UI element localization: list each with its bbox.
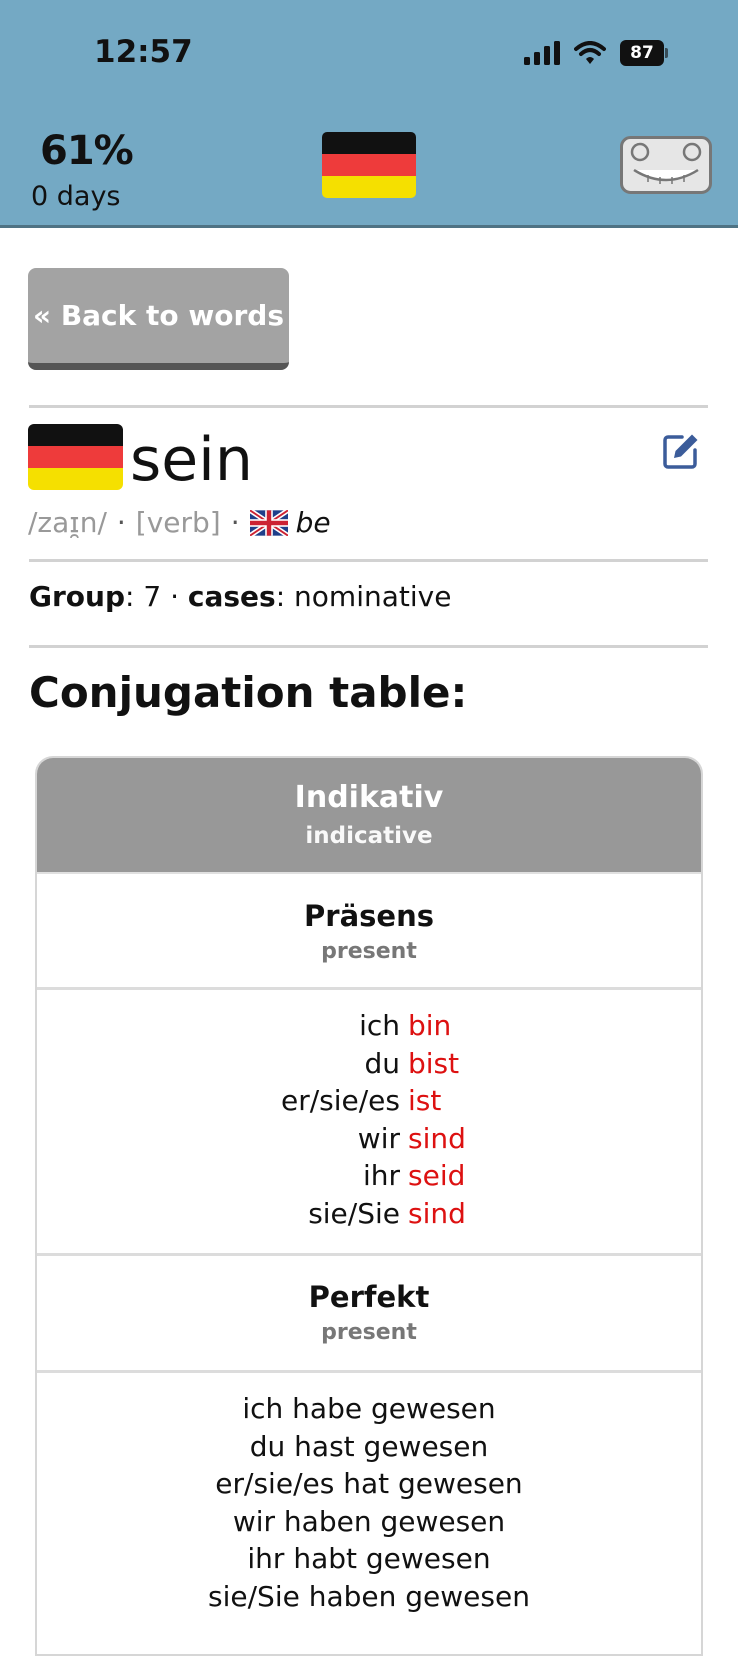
- pronoun: ihr: [362, 1159, 400, 1192]
- status-icons: 87: [524, 40, 668, 66]
- tense-name: Perfekt: [308, 1280, 430, 1314]
- uk-flag-icon: [249, 509, 288, 536]
- word-title: sein: [130, 425, 253, 495]
- verb-form: bist: [408, 1046, 460, 1080]
- separator: ·: [230, 506, 240, 539]
- streak-days: 0 days: [31, 181, 121, 212]
- verb-form: sind: [408, 1196, 466, 1230]
- table-row: er/sie/es hat gewesen: [215, 1467, 523, 1500]
- translation: be: [295, 506, 331, 539]
- table-row: wir sind: [37, 1120, 701, 1158]
- table-row: sie/Sie haben gewesen: [208, 1579, 530, 1613]
- tense-translation: present: [321, 939, 417, 964]
- streak-percent: 61%: [40, 128, 134, 174]
- word-info: Group: 7 · cases: nominative: [29, 580, 451, 613]
- table-row: wir haben gewesen: [232, 1504, 506, 1538]
- language-flag-icon[interactable]: [322, 132, 416, 198]
- table-row: er/sie/es ist: [37, 1082, 701, 1120]
- edit-icon[interactable]: [662, 432, 700, 470]
- pronunciation: /zaɪ̯n/: [28, 506, 107, 539]
- cellular-signal-icon: [524, 41, 560, 65]
- pronoun: sie/Sie: [308, 1196, 400, 1230]
- pronoun: wir: [357, 1121, 400, 1155]
- mood-name: Indikativ: [294, 780, 444, 815]
- pronoun: du: [364, 1046, 400, 1080]
- part-of-speech: [verb]: [135, 506, 221, 539]
- table-row: sie/Sie sind: [37, 1195, 701, 1233]
- verb-form: ist: [408, 1084, 442, 1117]
- table-row: ihr seid: [37, 1157, 701, 1195]
- conjugation-praesens: ich bin du bist er/sie/es ist wir sind ihr se…: [37, 990, 701, 1256]
- group-label: Group: [29, 580, 126, 613]
- table-row: du bist: [37, 1045, 701, 1083]
- tense-header-praesens: Präsens present: [37, 874, 701, 990]
- divider: [29, 645, 708, 648]
- conjugation-perfekt: ich habe gewesen du hast gewesen er/sie/…: [37, 1373, 701, 1615]
- mood-header: Indikativ indicative: [37, 758, 701, 874]
- cases-value: : nominative: [275, 580, 452, 613]
- mood-translation: indicative: [305, 823, 433, 849]
- group-value: : 7 ·: [125, 580, 179, 613]
- verb-form: bin: [408, 1009, 452, 1042]
- wifi-icon: [574, 41, 606, 64]
- table-row: du hast gewesen: [249, 1429, 489, 1463]
- tense-name: Präsens: [304, 899, 434, 933]
- table-row: ihr habt gewesen: [247, 1542, 491, 1575]
- pronoun: er/sie/es: [280, 1084, 400, 1117]
- verb-form: sind: [408, 1121, 466, 1155]
- robot-mascot-icon[interactable]: [620, 136, 712, 194]
- top-header: 12:57 87 61% 0 days: [0, 0, 738, 228]
- tense-translation: present: [321, 1320, 417, 1345]
- cases-label: cases: [187, 580, 276, 613]
- divider: [29, 559, 708, 562]
- verb-form: seid: [408, 1159, 466, 1192]
- word-meta: /zaɪ̯n/ · [verb] · be: [28, 506, 331, 539]
- separator: ·: [116, 506, 126, 539]
- status-time: 12:57: [94, 34, 193, 70]
- battery-level: 87: [620, 40, 664, 66]
- divider: [29, 405, 708, 408]
- back-to-words-button[interactable]: « Back to words: [28, 268, 289, 370]
- german-flag-icon: [28, 424, 123, 490]
- table-row: ich bin: [37, 1007, 701, 1045]
- pronoun: ich: [359, 1009, 400, 1042]
- table-row: ich habe gewesen: [242, 1392, 496, 1425]
- battery-icon: 87: [620, 40, 668, 66]
- tense-header-perfekt: Perfekt present: [37, 1256, 701, 1373]
- conjugation-heading: Conjugation table:: [29, 668, 468, 717]
- conjugation-table: Indikativ indicative Präsens present ich…: [35, 756, 703, 1656]
